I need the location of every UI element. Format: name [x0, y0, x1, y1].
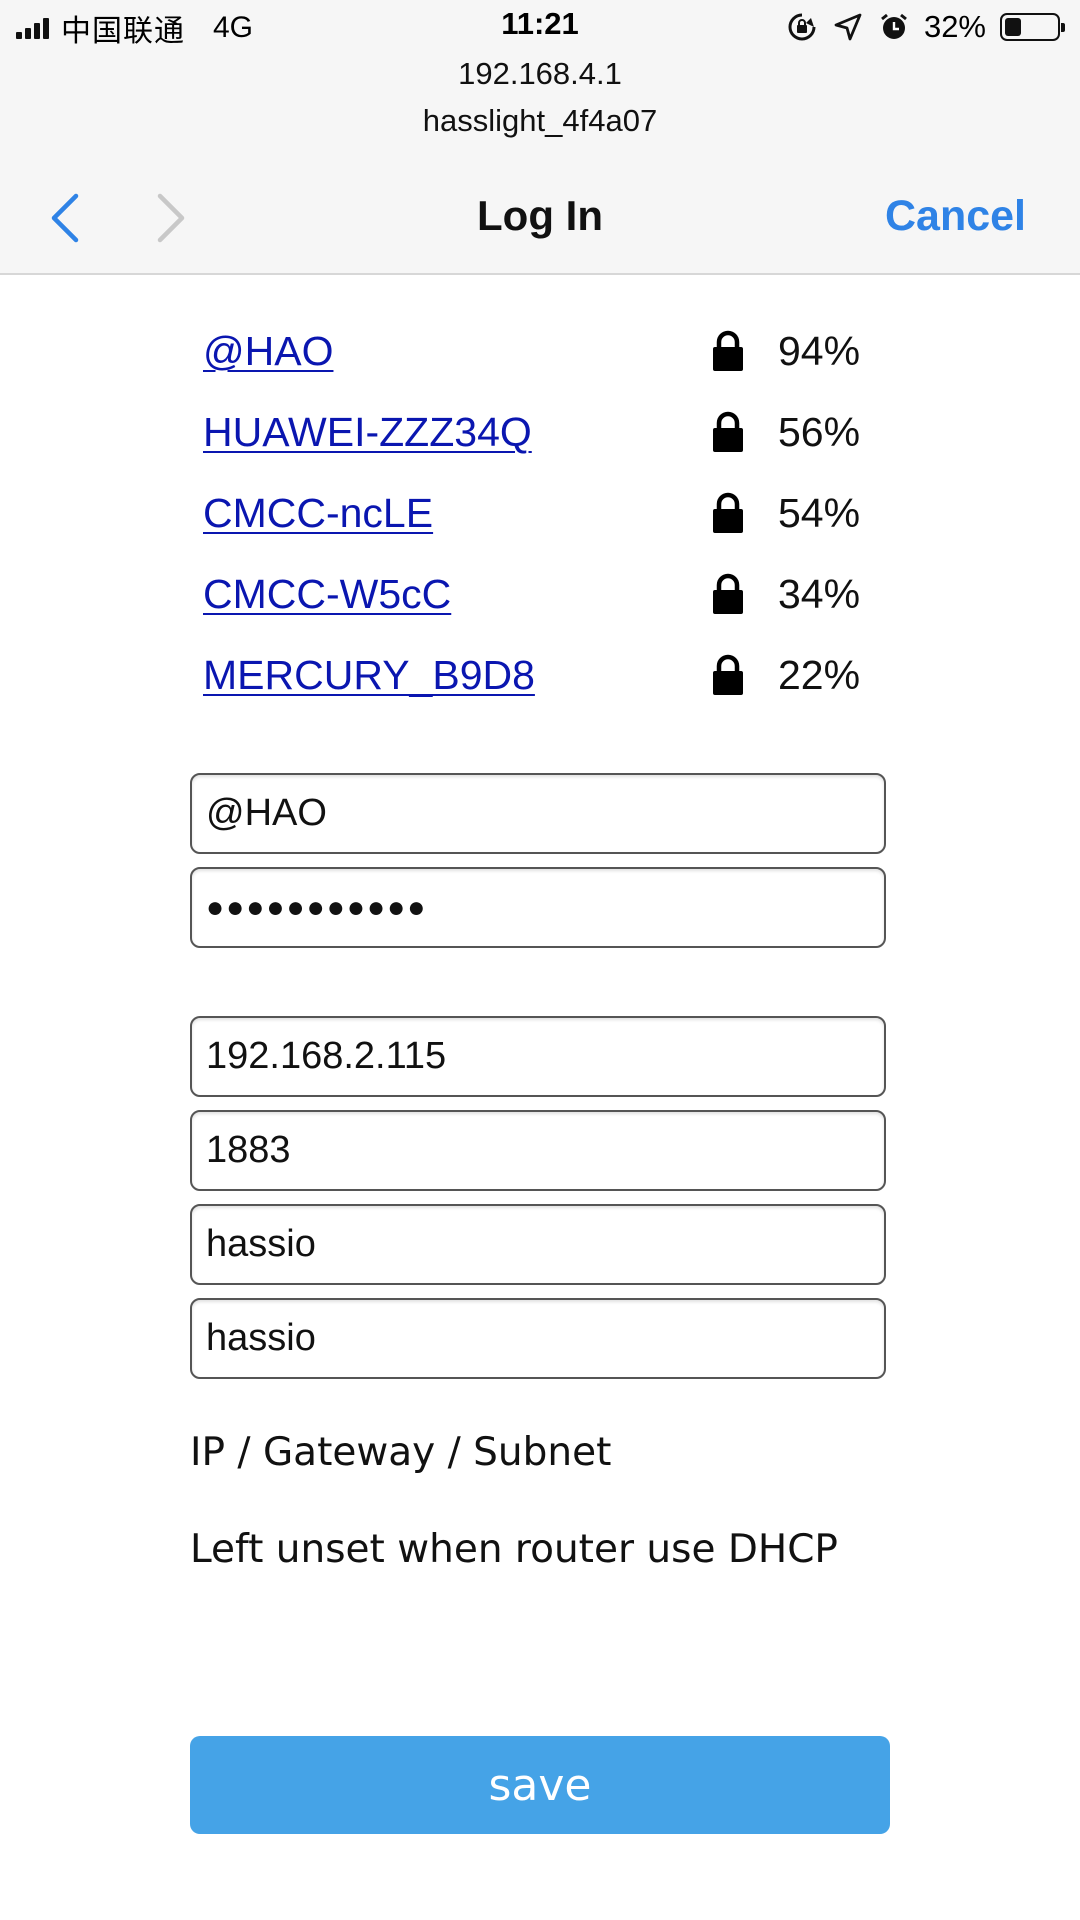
wifi-item: CMCC-W5cC 34% [203, 563, 883, 644]
location-arrow-icon [832, 11, 864, 43]
wifi-signal-strength: 56% [778, 409, 861, 455]
portal-header: 中国联通 4G 11:21 32% 192.168.4.1 hasslight_… [0, 0, 1080, 275]
wifi-item: HUAWEI-ZZZ34Q 56% [203, 401, 883, 482]
wifi-signal-strength: 34% [778, 571, 861, 617]
mqtt-host-field[interactable] [190, 1016, 886, 1097]
wifi-item: @HAO 94% [203, 320, 883, 401]
mqtt-username-field[interactable] [190, 1204, 886, 1285]
cancel-button[interactable]: Cancel [885, 192, 1026, 241]
wifi-ssid-link[interactable]: MERCURY_B9D8 [203, 652, 535, 699]
battery-level-fill [1005, 18, 1021, 36]
portal-ssid: hasslight_4f4a07 [422, 103, 658, 138]
wifi-ssid-link[interactable]: CMCC-ncLE [203, 490, 433, 537]
wifi-ssid-link[interactable]: CMCC-W5cC [203, 571, 451, 618]
wifi-item: MERCURY_B9D8 22% [203, 644, 883, 725]
wifi-signal-strength: 54% [778, 490, 861, 536]
lock-icon [713, 573, 743, 614]
save-button[interactable]: save [190, 1736, 890, 1834]
status-bar-right: 32% [786, 6, 1066, 48]
wifi-signal-strength: 94% [778, 328, 861, 374]
mqtt-port-field[interactable] [190, 1110, 886, 1191]
mqtt-password-field[interactable] [190, 1298, 886, 1379]
ip-gateway-subnet-label: IP / Gateway / Subnet [190, 1430, 612, 1475]
wifi-item: CMCC-ncLE 54% [203, 482, 883, 563]
lock-icon [713, 330, 743, 371]
lock-icon [713, 492, 743, 533]
battery-icon [1000, 13, 1065, 41]
wifi-password-field[interactable] [190, 867, 886, 948]
portal-host: 192.168.4.1 [458, 56, 622, 91]
wifi-ssid-link[interactable]: HUAWEI-ZZZ34Q [203, 409, 532, 456]
status-bar: 中国联通 4G 11:21 32% [0, 0, 1080, 54]
battery-percent: 32% [923, 9, 986, 44]
wifi-network-list: @HAO 94% HUAWEI-ZZZ34Q 56% CMCC-ncLE 54%… [203, 320, 883, 725]
dhcp-hint: Left unset when router use DHCP [190, 1527, 838, 1572]
wifi-ssid-field[interactable] [190, 773, 886, 854]
lock-icon [713, 654, 743, 695]
nav-bar: Log In Cancel [0, 182, 1080, 252]
alarm-icon [878, 11, 910, 43]
lock-icon [713, 411, 743, 452]
wifi-signal-strength: 22% [778, 652, 861, 698]
rotation-lock-icon [786, 11, 818, 43]
wifi-ssid-link[interactable]: @HAO [203, 328, 333, 375]
